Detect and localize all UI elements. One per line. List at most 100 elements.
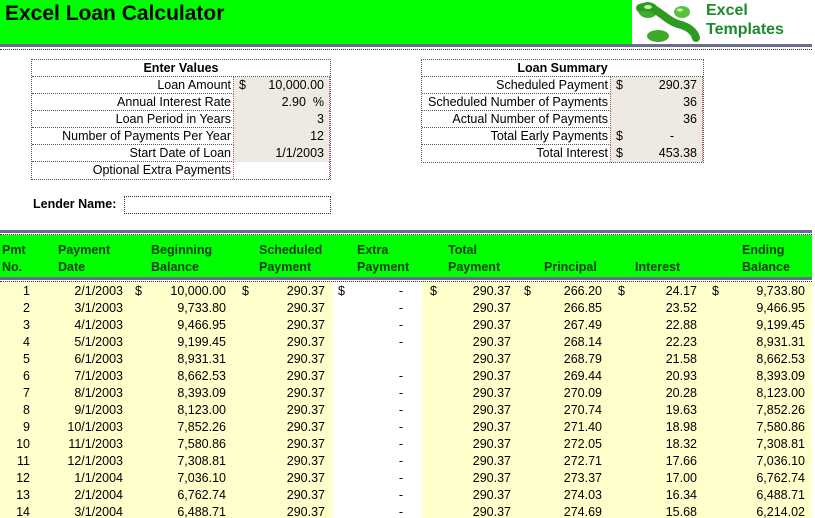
cell-payment-date: 12/1/2003 <box>67 454 123 468</box>
table-row: 12 1/1/2004 7,036.10 290.37 - 290.37 273.37 17.… <box>0 470 815 487</box>
loan-amount-input[interactable]: $ 10,000.00 <box>233 77 330 94</box>
cell-extra-payment: - <box>398 488 403 502</box>
cell-beginning-balance: 9,466.95 <box>177 318 226 332</box>
cell-pmt-no: 2 <box>23 301 30 315</box>
cell-ending-balance: 6,762.74 <box>756 471 805 485</box>
cell-ending-balance: 8,393.09 <box>756 369 805 383</box>
interest-rate-label: Annual Interest Rate <box>117 95 231 109</box>
cell-payment-date: 2/1/2003 <box>74 284 123 298</box>
cell-ending-balance: 7,580.86 <box>756 420 805 434</box>
cell-scheduled-payment: 290.37 <box>286 335 325 349</box>
cell-payment-date: 3/1/2004 <box>74 505 123 518</box>
cell-payment-date: 3/1/2003 <box>74 301 123 315</box>
total-interest-row: Total Interest $ 453.38 <box>422 145 703 162</box>
cell-beginning-balance: 8,123.00 <box>177 403 226 417</box>
cell-beginning-balance: 7,580.86 <box>177 437 226 451</box>
cell-beginning-balance: 9,199.45 <box>177 335 226 349</box>
currency-symbol: $ <box>135 284 142 298</box>
logo-text: Excel Templates <box>706 1 784 39</box>
cell-principal: 268.79 <box>563 352 602 366</box>
currency-symbol: $ <box>242 284 249 298</box>
payments-per-year-input[interactable]: 12 <box>233 128 330 145</box>
cell-scheduled-payment: 290.37 <box>286 318 325 332</box>
table-top-divider <box>0 230 812 233</box>
cell-total-payment: 290.37 <box>472 454 511 468</box>
cell-ending-balance: 7,852.26 <box>756 403 805 417</box>
enter-values-heading: Enter Values <box>32 60 330 77</box>
total-early-payments-label: Total Early Payments <box>490 129 608 143</box>
cell-principal: 266.20 <box>563 284 602 298</box>
cell-scheduled-payment: 290.37 <box>286 284 325 298</box>
cell-extra-payment: - <box>398 386 403 400</box>
schedule-header: Pmt No. Payment Date Beginning Balance Sche… <box>0 235 812 277</box>
cell-total-payment: 290.37 <box>472 301 511 315</box>
loan-summary-panel: Loan Summary Scheduled Payment $ 290.37 … <box>421 59 704 163</box>
table-row: 3 4/1/2003 9,466.95 290.37 - 290.37 267.49 22.8… <box>0 317 815 334</box>
cell-pmt-no: 14 <box>16 505 30 518</box>
cell-payment-date: 2/1/2004 <box>74 488 123 502</box>
cell-ending-balance: 8,123.00 <box>756 386 805 400</box>
cell-principal: 274.69 <box>563 505 602 518</box>
start-date-input[interactable]: 1/1/2003 <box>233 145 330 162</box>
total-interest-value: $ 453.38 <box>610 145 703 162</box>
start-date-label: Start Date of Loan <box>129 146 231 160</box>
cell-interest: 23.52 <box>665 301 697 315</box>
extra-payments-input[interactable] <box>233 162 330 179</box>
cell-extra-payment: - <box>398 284 403 298</box>
cell-beginning-balance: 6,488.71 <box>177 505 226 518</box>
scheduled-payment-value: $ 290.37 <box>610 77 703 94</box>
table-row: 7 8/1/2003 8,393.09 290.37 - 290.37 270.09 20.2… <box>0 385 815 402</box>
col-header-beginning-balance: Beginning Balance <box>151 243 213 274</box>
table-row: 5 6/1/2003 8,931.31 290.37 290.37 268.79 21.58… <box>0 351 815 368</box>
total-interest-label: Total Interest <box>536 146 608 160</box>
cell-interest: 17.00 <box>665 471 697 485</box>
loan-amount-row: Loan Amount $ 10,000.00 <box>32 77 330 94</box>
cell-principal: 272.05 <box>563 437 602 451</box>
cell-total-payment: 290.37 <box>472 437 511 451</box>
extra-payments-row: Optional Extra Payments <box>32 162 330 179</box>
interest-rate-input[interactable]: 2.90 % <box>233 94 330 111</box>
cell-interest: 16.34 <box>665 488 697 502</box>
cell-extra-payment: - <box>398 403 403 417</box>
cell-total-payment: 290.37 <box>472 352 511 366</box>
enter-values-panel: Enter Values Loan Amount $ 10,000.00 Ann… <box>31 59 331 180</box>
lender-name-input[interactable] <box>124 196 331 214</box>
currency-symbol: $ <box>712 284 719 298</box>
cell-payment-date: 4/1/2003 <box>74 318 123 332</box>
loan-summary-heading: Loan Summary <box>422 60 703 77</box>
cell-beginning-balance: 8,662.53 <box>177 369 226 383</box>
cell-scheduled-payment: 290.37 <box>286 403 325 417</box>
cell-pmt-no: 5 <box>23 352 30 366</box>
cell-extra-payment: - <box>398 420 403 434</box>
table-row: 1 2/1/2003 10,000.00 290.37 - 290.37 266.20 24.… <box>0 283 815 300</box>
col-header-principal: Principal <box>544 260 597 274</box>
cell-beginning-balance: 10,000.00 <box>170 284 226 298</box>
cell-ending-balance: 8,931.31 <box>756 335 805 349</box>
cell-scheduled-payment: 290.37 <box>286 454 325 468</box>
cell-interest: 18.98 <box>665 420 697 434</box>
cell-interest: 20.93 <box>665 369 697 383</box>
cell-scheduled-payment: 290.37 <box>286 301 325 315</box>
page-title: Excel Loan Calculator <box>5 2 225 25</box>
cell-principal: 268.14 <box>563 335 602 349</box>
cell-extra-payment: - <box>398 301 403 315</box>
start-date-row: Start Date of Loan 1/1/2003 <box>32 145 330 162</box>
loan-period-input[interactable]: 3 <box>233 111 330 128</box>
cell-beginning-balance: 7,036.10 <box>177 471 226 485</box>
cell-beginning-balance: 7,852.26 <box>177 420 226 434</box>
cell-interest: 18.32 <box>665 437 697 451</box>
dotted-divider <box>0 49 812 50</box>
table-header-divider <box>0 277 812 280</box>
table-row: 9 10/1/2003 7,852.26 290.37 - 290.37 271.40 18.… <box>0 419 815 436</box>
cell-payment-date: 11/1/2003 <box>68 437 123 451</box>
cell-pmt-no: 12 <box>16 471 30 485</box>
cell-payment-date: 6/1/2003 <box>74 352 123 366</box>
cell-interest: 17.66 <box>665 454 697 468</box>
loan-period-row: Loan Period in Years 3 <box>32 111 330 128</box>
excel-templates-logo: Excel Templates <box>632 0 815 44</box>
cell-pmt-no: 4 <box>23 335 30 349</box>
cell-scheduled-payment: 290.37 <box>286 471 325 485</box>
col-header-interest: Interest <box>635 260 681 274</box>
cell-principal: 271.40 <box>563 420 602 434</box>
loan-period-label: Loan Period in Years <box>115 112 231 126</box>
